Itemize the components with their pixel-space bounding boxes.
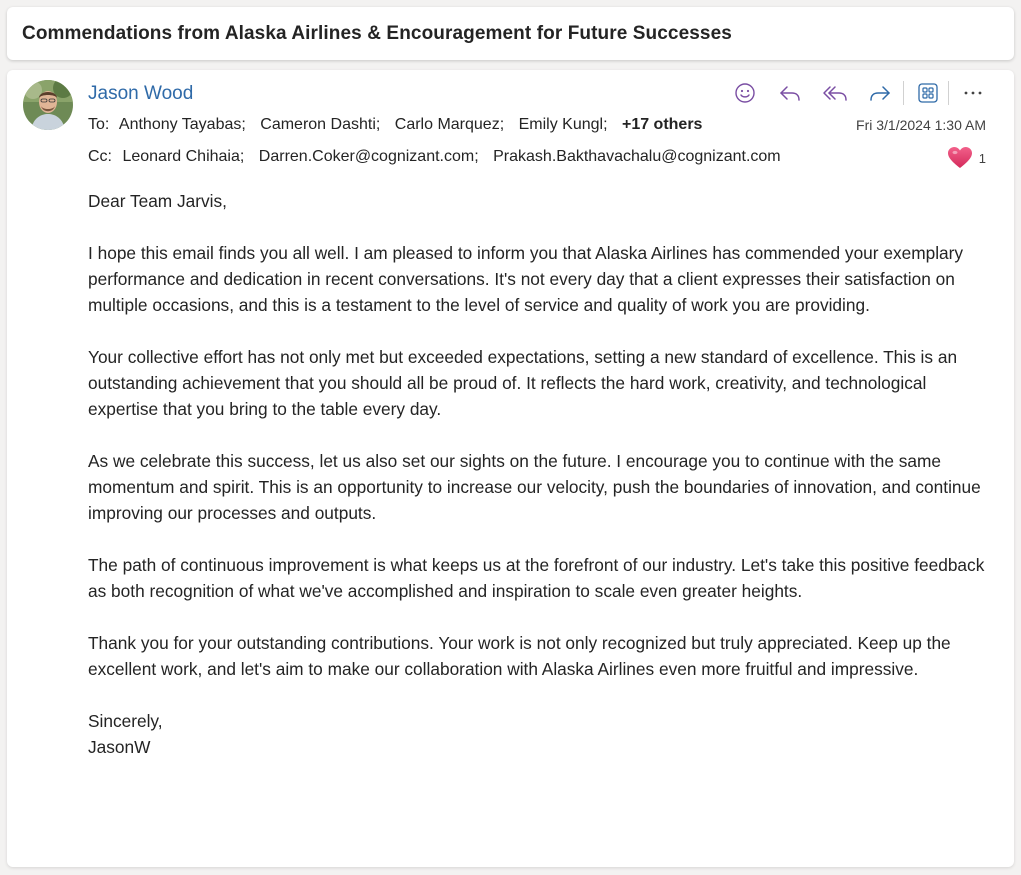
toolbar-divider: [948, 81, 949, 105]
email-subject: Commendations from Alaska Airlines & Enc…: [22, 22, 732, 44]
more-icon: [964, 91, 982, 95]
sent-date: Fri 3/1/2024 1:30 AM: [856, 117, 986, 133]
heart-icon: [947, 147, 972, 168]
cc-label: Cc:: [88, 148, 112, 165]
reply-all-icon: [823, 86, 847, 101]
forward-button[interactable]: [864, 79, 896, 107]
to-label: To:: [88, 116, 110, 133]
more-recipients-button[interactable]: +17 others: [622, 116, 702, 133]
body-greeting: Dear Team Jarvis,: [88, 191, 227, 211]
reaction-summary[interactable]: 1: [947, 146, 986, 170]
reply-icon: [780, 86, 800, 101]
emoji-icon: [735, 83, 755, 103]
cc-recipient[interactable]: Darren.Coker@cognizant.com;: [259, 148, 479, 165]
body-signature: JasonW: [88, 737, 151, 757]
reaction-count: 1: [978, 150, 986, 166]
sender-avatar[interactable]: [23, 80, 73, 130]
apps-icon: [918, 83, 938, 103]
emoji-react-button[interactable]: [729, 79, 761, 107]
message-toolbar: [729, 79, 1002, 107]
sender-name[interactable]: Jason Wood: [88, 83, 193, 105]
cc-recipient[interactable]: Prakash.Bakthavachalu@cognizant.com: [493, 148, 781, 165]
body-paragraph: Your collective effort has not only met …: [88, 347, 958, 419]
to-recipient[interactable]: Cameron Dashti;: [260, 116, 380, 133]
cc-line: Cc: Leonard Chihaia; Darren.Coker@cogniz…: [88, 148, 791, 166]
to-recipient[interactable]: Carlo Marquez;: [395, 116, 504, 133]
message-card: Jason Wood To: Anthony Tayabas; Cameron …: [7, 70, 1014, 867]
apps-button[interactable]: [912, 79, 944, 107]
forward-icon: [870, 86, 890, 101]
body-closing: Sincerely,: [88, 711, 163, 731]
to-recipient[interactable]: Anthony Tayabas;: [119, 116, 246, 133]
body-paragraph: The path of continuous improvement is wh…: [88, 555, 985, 601]
body-paragraph: Thank you for your outstanding contribut…: [88, 633, 951, 679]
subject-bar: Commendations from Alaska Airlines & Enc…: [7, 7, 1014, 60]
to-recipient[interactable]: Emily Kungl;: [519, 116, 608, 133]
body-paragraph: As we celebrate this success, let us als…: [88, 451, 981, 523]
reply-all-button[interactable]: [819, 79, 851, 107]
more-actions-button[interactable]: [957, 79, 989, 107]
message-body: Dear Team Jarvis, I hope this email find…: [88, 188, 988, 760]
reply-button[interactable]: [774, 79, 806, 107]
toolbar-divider: [903, 81, 904, 105]
body-paragraph: I hope this email finds you all well. I …: [88, 243, 964, 315]
cc-recipient[interactable]: Leonard Chihaia;: [122, 148, 244, 165]
to-line: To: Anthony Tayabas; Cameron Dashti; Car…: [88, 116, 702, 134]
